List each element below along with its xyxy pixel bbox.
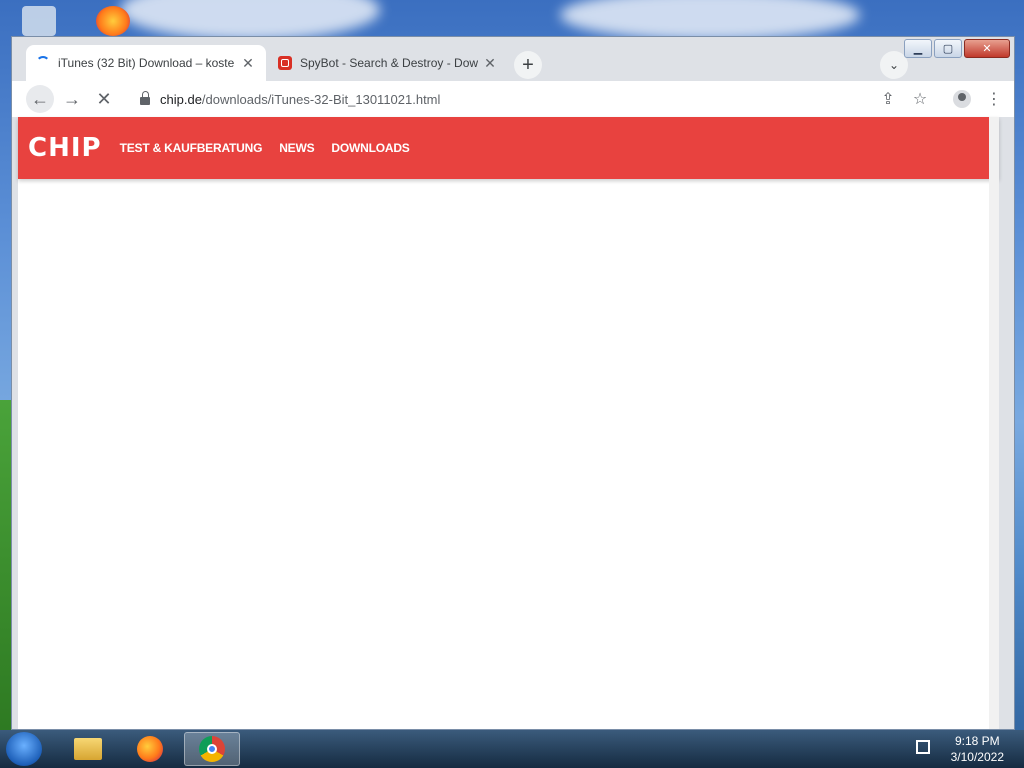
maximize-button[interactable]: ▢: [934, 39, 962, 58]
taskbar-firefox[interactable]: [122, 732, 178, 766]
tab-spybot[interactable]: SpyBot - Search & Destroy - Dow ✕: [268, 45, 508, 81]
clock-time: 9:18 PM: [954, 734, 1000, 748]
close-icon[interactable]: ✕: [482, 55, 498, 72]
chip-logo[interactable]: CHIP: [28, 133, 102, 163]
back-button[interactable]: ←: [26, 85, 54, 113]
chip-nav: TEST & KAUFBERATUNG NEWS DOWNLOADS: [120, 141, 427, 155]
browser-window: iTunes (32 Bit) Download – koste ✕ SpyBo…: [11, 36, 1015, 730]
taskbar: 9:18 PM 3/10/2022: [0, 730, 1024, 768]
minimize-button[interactable]: ▁: [904, 39, 932, 58]
browser-toolbar: ← → ✕ chip.de/downloads/iTunes-32-Bit_13…: [12, 81, 1014, 117]
desktop-cloud: [560, 0, 860, 40]
network-icon[interactable]: [916, 740, 930, 754]
bookmark-star-icon[interactable]: ☆: [906, 85, 934, 113]
desktop-recycle-bin-icon[interactable]: [22, 6, 56, 36]
tab-itunes[interactable]: iTunes (32 Bit) Download – koste ✕: [26, 45, 266, 81]
page-scrollbar[interactable]: [989, 117, 999, 729]
system-clock[interactable]: 9:18 PM 3/10/2022: [951, 733, 1004, 765]
tab-strip: iTunes (32 Bit) Download – koste ✕ SpyBo…: [12, 37, 1014, 81]
address-bar[interactable]: chip.de/downloads/iTunes-32-Bit_13011021…: [126, 85, 916, 113]
chrome-icon: [199, 736, 225, 762]
desktop-cloud: [120, 0, 380, 40]
taskbar-chrome[interactable]: [184, 732, 240, 766]
clock-date: 3/10/2022: [950, 750, 1004, 764]
window-controls: ▁ ▢ ✕: [902, 39, 1010, 58]
forward-button[interactable]: →: [58, 85, 86, 113]
close-window-button[interactable]: ✕: [964, 39, 1010, 58]
stop-loading-button[interactable]: ✕: [90, 85, 118, 113]
url-host: chip.de: [160, 91, 202, 107]
spybot-icon: [278, 56, 292, 70]
page-viewport: CHIP TEST & KAUFBERATUNG NEWS DOWNLOADS: [18, 117, 999, 729]
new-tab-button[interactable]: +: [514, 51, 542, 79]
profile-button[interactable]: [948, 85, 976, 113]
nav-test-kaufberatung[interactable]: TEST & KAUFBERATUNG: [120, 141, 263, 155]
nav-news[interactable]: NEWS: [279, 141, 314, 155]
avatar-icon: [953, 90, 971, 108]
close-icon[interactable]: ✕: [240, 55, 256, 72]
desktop-firefox-icon[interactable]: [96, 6, 130, 36]
start-button[interactable]: [6, 732, 42, 766]
file-explorer-icon: [74, 738, 102, 760]
chip-header: CHIP TEST & KAUFBERATUNG NEWS DOWNLOADS: [18, 117, 999, 179]
url-path: /downloads/iTunes-32-Bit_13011021.html: [201, 91, 441, 107]
tab-title: iTunes (32 Bit) Download – koste: [58, 56, 235, 70]
browser-menu-button[interactable]: ⋮: [980, 85, 1008, 113]
taskbar-file-explorer[interactable]: [60, 732, 116, 766]
lock-icon[interactable]: [140, 91, 150, 105]
nav-downloads[interactable]: DOWNLOADS: [331, 141, 409, 155]
firefox-icon: [137, 736, 163, 762]
loading-spinner-icon: [36, 56, 50, 70]
tab-title: SpyBot - Search & Destroy - Dow: [300, 56, 479, 70]
share-icon[interactable]: ⇪: [874, 85, 902, 113]
